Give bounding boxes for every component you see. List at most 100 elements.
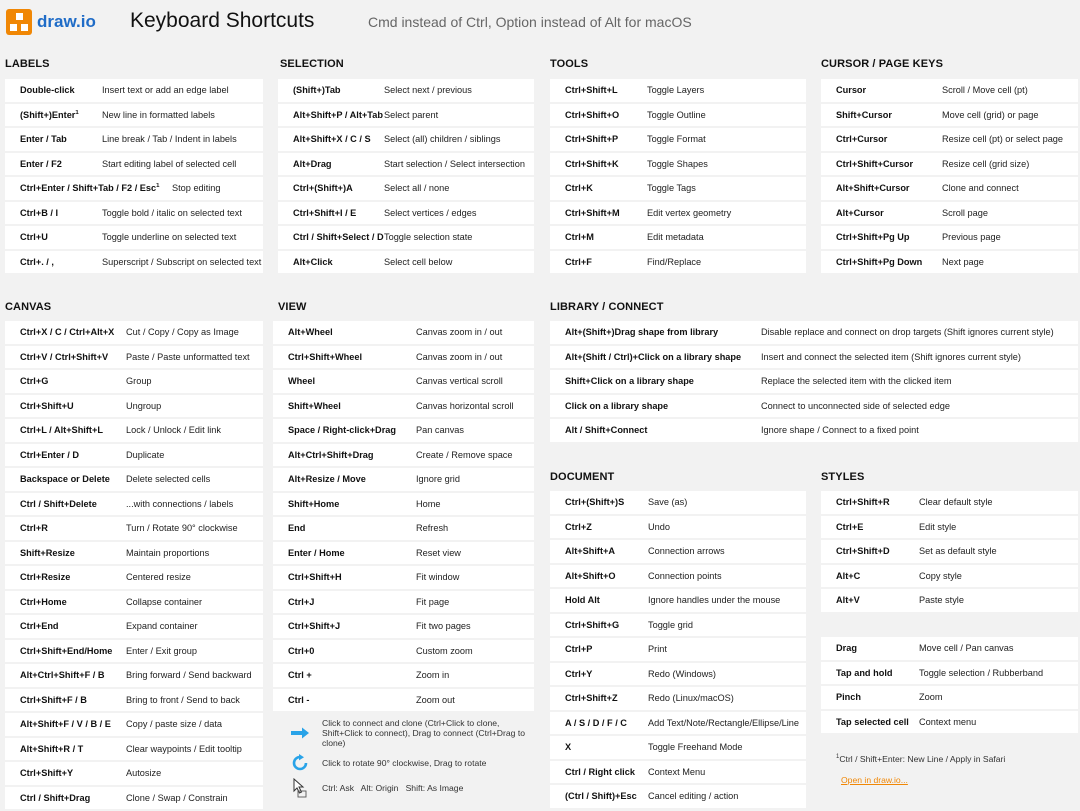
shortcut-key-text: Ctrl+. / , [20, 256, 54, 267]
shortcut-key: Ctrl+Shift+F / B [5, 695, 126, 705]
shortcut-key: Ctrl+0 [273, 646, 416, 656]
shortcut-key-text: Ctrl+L / Alt+Shift+L [20, 425, 103, 436]
shortcut-key-text: Shift+Home [288, 498, 340, 509]
shortcut-row: Alt+(Shift+)Drag shape from library Disab… [550, 321, 1078, 344]
shortcut-description: Zoom [919, 692, 943, 703]
shortcut-key: Ctrl+Enter / Shift+Tab / F2 / Esc1 [5, 183, 172, 193]
shortcut-key: Wheel [273, 376, 416, 386]
shortcut-key: Ctrl+Shift+G [550, 620, 648, 630]
shortcut-key-text: Double-click [20, 85, 75, 96]
shortcut-key-text: Alt+V [836, 595, 860, 606]
shortcut-key: Alt+Ctrl+Shift+F / B [5, 670, 126, 680]
header: draw.io Keyboard Shortcuts Cmd instead o… [0, 0, 1080, 44]
shortcut-description: Connection points [648, 570, 722, 581]
shortcut-row: Ctrl+L / Alt+Shift+L Lock / Unlock / Edit… [5, 419, 263, 442]
shortcut-row: Ctrl+Cursor Resize cell (pt) or select pa… [821, 128, 1078, 151]
shortcut-key: Ctrl+Shift+Wheel [273, 352, 416, 362]
open-in-drawio-link[interactable]: Open in draw.io... [841, 775, 908, 785]
shortcut-key-text: Ctrl+Shift+P [565, 134, 619, 145]
drawio-logo[interactable]: draw.io [6, 8, 96, 36]
shortcut-description: Ignore handles under the mouse [648, 595, 781, 606]
rotate-hint-text: Click to rotate 90° clockwise, Drag to r… [322, 758, 487, 768]
shortcut-row: Alt+C Copy style [821, 564, 1078, 587]
footnote-text: Ctrl / Shift+Enter: New Line / Apply in … [839, 754, 1006, 764]
shortcut-description: Toggle Shapes [647, 158, 708, 169]
shortcut-key: Alt+Shift+F / V / B / E [5, 719, 126, 729]
shortcut-row: Tap selected cell Context menu [821, 710, 1078, 733]
shortcut-key: Ctrl+Shift+Pg Down [821, 257, 942, 267]
shortcut-row: Enter / Home Reset view [273, 541, 534, 564]
shortcut-key: Ctrl+M [550, 232, 647, 242]
shortcut-row: Alt+(Shift / Ctrl)+Click on a library sh… [550, 345, 1078, 368]
page-title: Keyboard Shortcuts [130, 9, 315, 32]
shortcut-key-text: Alt+Wheel [288, 327, 333, 338]
shortcut-description: Lock / Unlock / Edit link [126, 425, 221, 436]
shortcut-description: Enter / Exit group [126, 645, 197, 656]
page-subtitle: Cmd instead of Ctrl, Option instead of A… [368, 14, 692, 30]
shortcut-key-text: Ctrl+Shift+Pg Down [836, 256, 923, 267]
shortcut-key: Ctrl+Shift+Y [5, 768, 126, 778]
shortcut-description: Edit style [919, 521, 957, 532]
shortcut-key-text: Ctrl+Shift+D [836, 546, 890, 557]
shortcut-key: Ctrl+X / C / Ctrl+Alt+X [5, 327, 126, 337]
shortcut-key-text: Ctrl+Resize [20, 572, 71, 583]
shortcut-row: Alt / Shift+Connect Ignore shape / Connec… [550, 419, 1078, 442]
shortcut-key: Alt+Drag [278, 159, 384, 169]
shortcut-row: Ctrl+Enter / Shift+Tab / F2 / Esc1 Stop e… [5, 177, 263, 200]
shortcut-description: Fit page [416, 596, 450, 607]
shortcut-description: Copy / paste size / data [126, 719, 223, 730]
shortcut-description: Collapse container [126, 596, 203, 607]
section-title-styles: STYLES [821, 471, 865, 483]
shortcut-key: Drag [821, 643, 919, 653]
shortcut-row: Ctrl+Shift+G Toggle grid [550, 613, 806, 636]
shortcut-key: Ctrl+Z [550, 522, 648, 532]
rotate-icon [278, 754, 322, 772]
drawio-logo-icon [6, 9, 32, 35]
shortcut-row: Tap and hold Toggle selection / Rubberban… [821, 661, 1078, 684]
shortcut-description: Connect to unconnected side of selected … [761, 400, 950, 411]
blue-arrow-icon [278, 726, 322, 740]
shortcut-key: Ctrl+Resize [5, 572, 126, 582]
shortcut-key: Enter / Home [273, 548, 416, 558]
shortcut-key-text: Drag [836, 643, 857, 654]
shortcut-key: Ctrl - [273, 695, 416, 705]
footnote-mark: 1 [75, 109, 79, 116]
shortcut-description: Canvas horizontal scroll [416, 400, 514, 411]
shortcut-row: Ctrl+Shift+H Fit window [273, 566, 534, 589]
connect-hint-text: Click to connect and clone (Ctrl+Click t… [322, 718, 525, 748]
section-title-library: LIBRARY / CONNECT [550, 301, 664, 313]
shortcut-key-text: Ctrl+Enter / D [20, 449, 79, 460]
shortcut-row: Ctrl+Home Collapse container [5, 590, 263, 613]
shortcut-key-text: X [565, 742, 572, 753]
shortcut-row: Ctrl+G Group [5, 370, 263, 393]
shortcut-description: Copy style [919, 570, 962, 581]
shortcut-row: Ctrl+Shift+M Edit vertex geometry [550, 201, 806, 224]
shortcut-row: Alt+Ctrl+Shift+Drag Create / Remove space [273, 443, 534, 466]
shortcut-key: Ctrl+B / I [5, 208, 102, 218]
shortcut-description: Connection arrows [648, 546, 725, 557]
shortcut-description: Scroll page [942, 207, 988, 218]
shortcut-key-text: Alt+Shift+O [565, 570, 616, 581]
shortcut-key-text: Enter / F2 [20, 158, 62, 169]
shortcut-description: Move cell (grid) or page [942, 109, 1039, 120]
shortcut-key: Alt+Shift+X / C / S [278, 134, 384, 144]
section-title-document: DOCUMENT [550, 471, 615, 483]
shortcut-row: Alt+Shift+Cursor Clone and connect [821, 177, 1078, 200]
shortcut-description: Toggle Layers [647, 85, 705, 96]
shortcut-key-text: Wheel [288, 376, 316, 387]
shortcut-row: Alt+Click Select cell below [278, 250, 534, 273]
shortcut-row: Ctrl / Right click Context Menu [550, 760, 806, 783]
shortcut-key-text: Alt+Cursor [836, 207, 884, 218]
shortcut-key: Ctrl+Shift+R [821, 497, 919, 507]
shortcut-description: Create / Remove space [416, 449, 513, 460]
shortcut-key-text: Ctrl+Shift+G [565, 619, 620, 630]
shortcut-description: Superscript / Subscript on selected text [102, 256, 262, 267]
shortcut-row: Alt+Shift+A Connection arrows [550, 540, 806, 563]
shortcut-key: Hold Alt [550, 595, 648, 605]
shortcut-key-text: Ctrl+R [20, 523, 48, 534]
toolbar-hints: Click to connect and clone (Ctrl+Click t… [278, 718, 536, 804]
shortcut-description: Bring to front / Send to back [126, 694, 240, 705]
shortcut-key-text: Ctrl + [288, 670, 312, 681]
shortcut-key-text: Ctrl / Right click [565, 766, 635, 777]
shortcut-key: Alt+(Shift+)Drag shape from library [550, 327, 761, 337]
